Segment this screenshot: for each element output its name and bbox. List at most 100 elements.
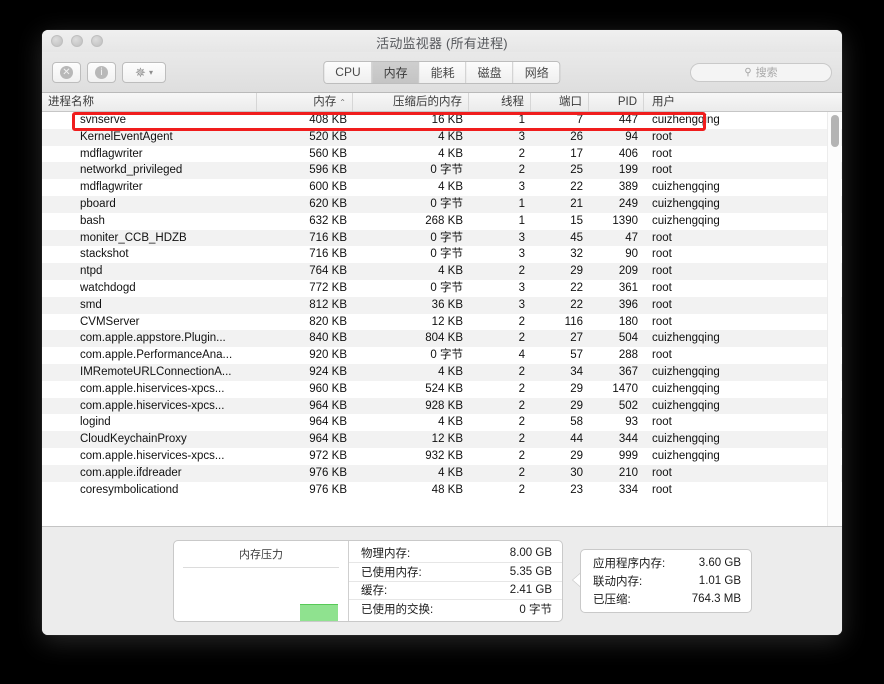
cell-threads: 2 <box>518 399 525 412</box>
stat-value: 5.35 GB <box>509 565 552 578</box>
column-header-ports[interactable]: 端口 <box>531 93 589 111</box>
table-row[interactable]: KernelEventAgent 520 KB 4 KB 3 26 94 root <box>42 128 842 146</box>
tab-network[interactable]: 网络 <box>513 61 560 83</box>
table-row[interactable]: mdflagwriter 600 KB 4 KB 3 22 389 cuizhengqing <box>42 179 842 196</box>
table-row[interactable]: com.apple.hiservices-xpcs... 964 KB 928 KB… <box>42 397 842 415</box>
cell-threads: 2 <box>518 449 525 462</box>
cell-user: root <box>652 130 672 143</box>
cell-user: cuizhengqing <box>652 365 720 378</box>
cell-memory: 976 KB <box>309 466 347 479</box>
cell-compressed: 928 KB <box>425 399 463 412</box>
cell-threads: 2 <box>518 433 525 446</box>
cell-memory: 820 KB <box>309 315 347 328</box>
cell-pid: 361 <box>618 281 638 294</box>
column-header-name[interactable]: 进程名称 <box>42 93 257 111</box>
cell-memory: 920 KB <box>309 349 347 362</box>
cell-memory: 972 KB <box>309 449 347 462</box>
search-icon: ⚲ <box>744 66 752 78</box>
cell-compressed: 524 KB <box>425 382 463 395</box>
column-header-pid[interactable]: PID <box>589 93 644 111</box>
table-row[interactable]: coresymbolicationd 976 KB 48 KB 2 23 334 root <box>42 482 842 499</box>
cell-ports: 32 <box>570 248 583 261</box>
cell-user: cuizhengqing <box>652 181 720 194</box>
cell-pid: 334 <box>618 483 638 496</box>
cell-threads: 1 <box>518 214 525 227</box>
table-row[interactable]: com.apple.hiservices-xpcs... 972 KB 932 KB… <box>42 448 842 465</box>
window-title: 活动监视器 (所有进程) <box>376 36 508 51</box>
table-row[interactable]: stackshot 716 KB 0 字节 3 32 90 root <box>42 246 842 263</box>
cell-memory: 560 KB <box>309 147 347 160</box>
table-row[interactable]: watchdogd 772 KB 0 字节 3 22 361 root <box>42 280 842 297</box>
table-row[interactable]: logind 964 KB 4 KB 2 58 93 root <box>42 414 842 431</box>
table-row[interactable]: com.apple.hiservices-xpcs... 960 KB 524 KB… <box>42 381 842 398</box>
inspect-process-button[interactable]: i <box>87 61 116 83</box>
table-row[interactable]: com.apple.ifdreader 976 KB 4 KB 2 30 210 root <box>42 464 842 482</box>
memory-stat-row: 应用程序内存: 3.60 GB <box>593 554 741 572</box>
cell-user: root <box>652 147 672 160</box>
cell-name: pboard <box>80 197 116 210</box>
cell-pid: 94 <box>625 130 638 143</box>
cell-compressed: 268 KB <box>425 214 463 227</box>
memory-stat-row: 已压缩: 764.3 MB <box>593 590 741 608</box>
cell-ports: 34 <box>570 365 583 378</box>
column-header-memory[interactable]: 内存 ⌃ <box>257 93 353 111</box>
right-stats-box: 应用程序内存: 3.60 GB 联动内存: 1.01 GB 已压缩: 764.3 MB <box>580 549 752 613</box>
cell-memory: 964 KB <box>309 433 347 446</box>
cell-ports: 21 <box>570 197 583 210</box>
tab-cpu[interactable]: CPU <box>324 61 373 83</box>
graph-gridline <box>183 567 339 568</box>
memory-stat-row: 已使用的交换: 0 字节 <box>349 600 562 618</box>
stat-value: 8.00 GB <box>509 546 552 559</box>
quit-process-button[interactable]: ✕ <box>52 61 81 83</box>
window-titlebar[interactable]: 活动监视器 (所有进程) <box>42 30 842 52</box>
table-row[interactable]: smd 812 KB 36 KB 3 22 396 root <box>42 296 842 314</box>
actions-menu-button[interactable]: ✵ ▾ <box>122 61 166 83</box>
cell-name: moniter_CCB_HDZB <box>80 231 187 244</box>
cell-ports: 15 <box>570 214 583 227</box>
table-row[interactable]: ntpd 764 KB 4 KB 2 29 209 root <box>42 263 842 280</box>
cell-pid: 90 <box>625 248 638 261</box>
cell-user: root <box>652 483 672 496</box>
memory-stats-box: 内存压力 物理内存: 8.00 GB 已使用内存: 5.35 GB 缓存: 2.41 GB… <box>173 540 563 622</box>
cell-pid: 502 <box>618 399 638 412</box>
cell-name: mdflagwriter <box>80 181 143 194</box>
cell-user: cuizhengqing <box>652 449 720 462</box>
cell-user: cuizhengqing <box>652 399 720 412</box>
cell-pid: 210 <box>618 466 638 479</box>
tab-memory[interactable]: 内存 <box>372 61 420 83</box>
cell-user: cuizhengqing <box>652 114 720 126</box>
column-header-threads[interactable]: 线程 <box>469 93 531 111</box>
cell-user: root <box>652 466 672 479</box>
cell-name: ntpd <box>80 265 103 278</box>
table-row[interactable]: mdflagwriter 560 KB 4 KB 2 17 406 root <box>42 146 842 163</box>
column-header-compressed[interactable]: 压缩后的内存 <box>353 93 469 111</box>
cell-threads: 1 <box>518 114 525 126</box>
table-row[interactable]: moniter_CCB_HDZB 716 KB 0 字节 3 45 47 root <box>42 229 842 247</box>
cell-name: mdflagwriter <box>80 147 143 160</box>
search-field[interactable]: ⚲ 搜索 <box>690 62 832 82</box>
cell-ports: 22 <box>570 181 583 194</box>
table-scrollbar[interactable] <box>827 112 841 526</box>
tab-energy[interactable]: 能耗 <box>419 61 467 83</box>
table-row[interactable]: bash 632 KB 268 KB 1 15 1390 cuizhengqing <box>42 213 842 230</box>
table-row[interactable]: networkd_privileged 596 KB 0 字节 2 25 199 root <box>42 162 842 180</box>
cell-memory: 408 KB <box>309 114 347 126</box>
table-row[interactable]: pboard 620 KB 0 字节 1 21 249 cuizhengqing <box>42 195 842 213</box>
cell-ports: 57 <box>570 349 583 362</box>
table-row[interactable]: svnserve 408 KB 16 KB 1 7 447 cuizhengqing <box>42 112 842 129</box>
column-header-user[interactable]: 用户 <box>644 93 784 111</box>
cell-ports: 23 <box>570 483 583 496</box>
tab-disk[interactable]: 磁盘 <box>466 61 514 83</box>
table-row[interactable]: com.apple.appstore.Plugin... 840 KB 804 KB… <box>42 330 842 348</box>
table-row[interactable]: CloudKeychainProxy 964 KB 12 KB 2 44 344 cuizh… <box>42 431 842 448</box>
cell-pid: 406 <box>618 147 638 160</box>
cell-memory: 620 KB <box>309 197 347 210</box>
cell-user: root <box>652 231 672 244</box>
scrollbar-thumb[interactable] <box>830 115 839 147</box>
table-row[interactable]: CVMServer 820 KB 12 KB 2 116 180 root <box>42 314 842 331</box>
table-row[interactable]: com.apple.PerformanceAna... 920 KB 0 字节 4 57… <box>42 347 842 364</box>
cell-threads: 2 <box>518 416 525 429</box>
cell-memory: 632 KB <box>309 214 347 227</box>
cell-user: root <box>652 349 672 362</box>
table-row[interactable]: IMRemoteURLConnectionA... 924 KB 4 KB 2 34 36… <box>42 363 842 381</box>
